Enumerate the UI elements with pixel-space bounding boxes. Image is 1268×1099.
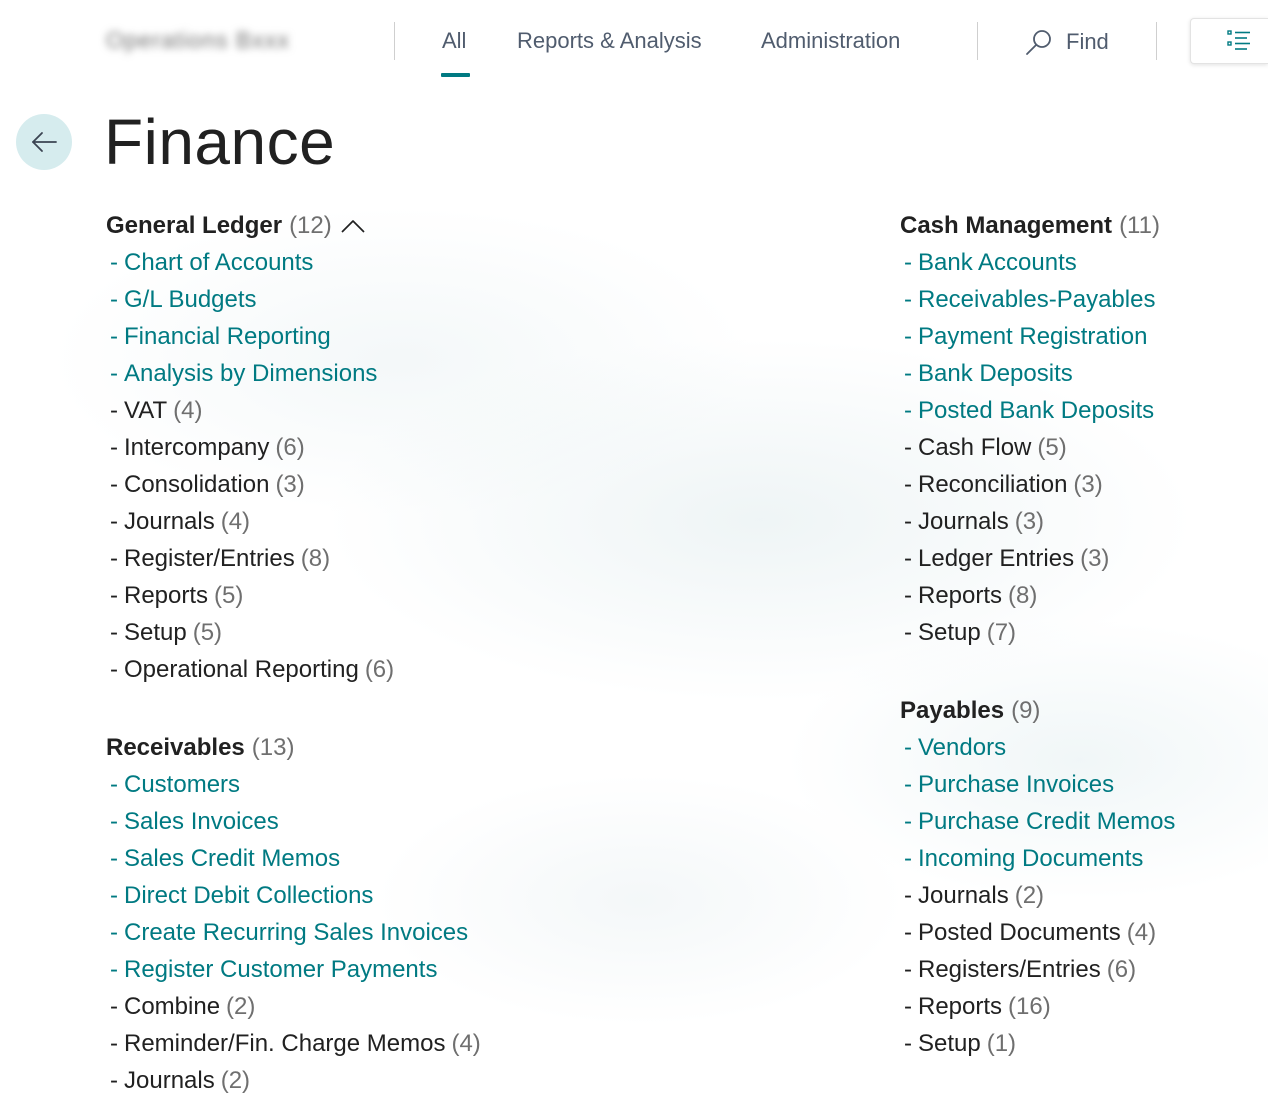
link-bank-accounts[interactable]: - Bank Accounts — [900, 244, 1160, 281]
subgroup-journals[interactable]: - Journals (2) — [106, 1062, 481, 1099]
tab-administration[interactable]: Administration — [761, 28, 900, 54]
group-count: (11) — [1119, 212, 1160, 239]
group-count: (13) — [251, 734, 295, 761]
group-general-ledger: General Ledger (12) - Chart of Accounts -… — [106, 207, 394, 688]
subgroup-journals[interactable]: - Journals (4) — [106, 503, 394, 540]
subgroup-setup[interactable]: - Setup (5) — [106, 614, 394, 651]
group-items: - Customers - Sales Invoices - Sales Credit… — [106, 766, 481, 1099]
link-gl-budgets[interactable]: - G/L Budgets — [106, 281, 394, 318]
list-icon — [1227, 30, 1250, 50]
group-cash-management: Cash Management (11) - Bank Accounts - Rec… — [900, 207, 1160, 651]
subgroup-operational-reporting[interactable]: - Operational Reporting (6) — [106, 651, 394, 688]
group-count: (9) — [1011, 697, 1041, 724]
subgroup-consolidation[interactable]: - Consolidation (3) — [106, 466, 394, 503]
subgroup-register-entries[interactable]: - Register/Entries (8) — [106, 540, 394, 577]
link-sales-invoices[interactable]: - Sales Invoices — [106, 803, 481, 840]
subgroup-reports[interactable]: - Reports (8) — [900, 577, 1160, 614]
subgroup-intercompany[interactable]: - Intercompany (6) — [106, 429, 394, 466]
subgroup-reminder-fin-charge-memos[interactable]: - Reminder/Fin. Charge Memos (4) — [106, 1025, 481, 1062]
subgroup-journals[interactable]: - Journals (3) — [900, 503, 1160, 540]
nav-divider — [977, 22, 978, 60]
subgroup-reports[interactable]: - Reports (16) — [900, 988, 1175, 1025]
back-button[interactable] — [16, 114, 72, 170]
group-header[interactable]: Receivables (13) — [106, 729, 481, 766]
link-incoming-documents[interactable]: - Incoming Documents — [900, 840, 1175, 877]
link-sales-credit-memos[interactable]: - Sales Credit Memos — [106, 840, 481, 877]
chevron-up-icon[interactable] — [340, 218, 366, 234]
group-header[interactable]: General Ledger (12) — [106, 207, 394, 244]
tab-all[interactable]: All — [442, 28, 466, 54]
find-label: Find — [1066, 29, 1109, 54]
group-title: Cash Management — [900, 212, 1113, 239]
nav-divider — [1156, 22, 1157, 60]
top-navigation-bar: Operations Bxxx All Reports & Analysis A… — [0, 0, 1268, 86]
link-vendors[interactable]: - Vendors — [900, 729, 1175, 766]
subgroup-reports[interactable]: - Reports (5) — [106, 577, 394, 614]
subgroup-cash-flow[interactable]: - Cash Flow (5) — [900, 429, 1160, 466]
tab-reports-analysis[interactable]: Reports & Analysis — [517, 28, 702, 54]
show-as-list-button[interactable] — [1190, 18, 1268, 64]
link-chart-of-accounts[interactable]: - Chart of Accounts — [106, 244, 394, 281]
subgroup-reconciliation[interactable]: - Reconciliation (3) — [900, 466, 1160, 503]
active-tab-indicator — [441, 73, 470, 77]
subgroup-posted-documents[interactable]: - Posted Documents (4) — [900, 914, 1175, 951]
group-items: - Vendors - Purchase Invoices - Purchase Cr… — [900, 729, 1175, 1062]
link-purchase-credit-memos[interactable]: - Purchase Credit Memos — [900, 803, 1175, 840]
group-receivables: Receivables (13) - Customers - Sales Invoi… — [106, 729, 481, 1099]
subgroup-ledger-entries[interactable]: - Ledger Entries (3) — [900, 540, 1160, 577]
subgroup-setup[interactable]: - Setup (7) — [900, 614, 1160, 651]
group-payables: Payables (9) - Vendors - Purchase Invoices… — [900, 692, 1175, 1062]
group-items: - Chart of Accounts - G/L Budgets - Financi… — [106, 244, 394, 688]
link-create-recurring-sales-invoices[interactable]: - Create Recurring Sales Invoices — [106, 914, 481, 951]
link-posted-bank-deposits[interactable]: - Posted Bank Deposits — [900, 392, 1160, 429]
group-count: (12) — [289, 212, 332, 239]
group-header[interactable]: Cash Management (11) — [900, 207, 1160, 244]
subgroup-registers-entries[interactable]: - Registers/Entries (6) — [900, 951, 1175, 988]
link-financial-reporting[interactable]: - Financial Reporting — [106, 318, 394, 355]
subgroup-journals[interactable]: - Journals (2) — [900, 877, 1175, 914]
link-bank-deposits[interactable]: - Bank Deposits — [900, 355, 1160, 392]
group-items: - Bank Accounts - Receivables-Payables - Pa… — [900, 244, 1160, 651]
group-title: Payables — [900, 697, 1005, 724]
link-receivables-payables[interactable]: - Receivables-Payables — [900, 281, 1160, 318]
arrow-left-icon — [32, 132, 57, 152]
search-icon — [1026, 30, 1051, 55]
group-header[interactable]: Payables (9) — [900, 692, 1175, 729]
subgroup-vat[interactable]: - VAT (4) — [106, 392, 394, 429]
find-button[interactable]: Find — [1024, 26, 1109, 58]
company-name[interactable]: Operations Bxxx — [106, 27, 290, 54]
link-direct-debit-collections[interactable]: - Direct Debit Collections — [106, 877, 481, 914]
page-title: Finance — [104, 106, 336, 178]
group-title: General Ledger — [106, 212, 283, 239]
nav-divider — [394, 22, 395, 60]
group-title: Receivables — [106, 734, 245, 761]
subgroup-setup[interactable]: - Setup (1) — [900, 1025, 1175, 1062]
link-register-customer-payments[interactable]: - Register Customer Payments — [106, 951, 481, 988]
subgroup-combine[interactable]: - Combine (2) — [106, 988, 481, 1025]
link-payment-registration[interactable]: - Payment Registration — [900, 318, 1160, 355]
link-customers[interactable]: - Customers — [106, 766, 481, 803]
link-purchase-invoices[interactable]: - Purchase Invoices — [900, 766, 1175, 803]
link-analysis-by-dimensions[interactable]: - Analysis by Dimensions — [106, 355, 394, 392]
